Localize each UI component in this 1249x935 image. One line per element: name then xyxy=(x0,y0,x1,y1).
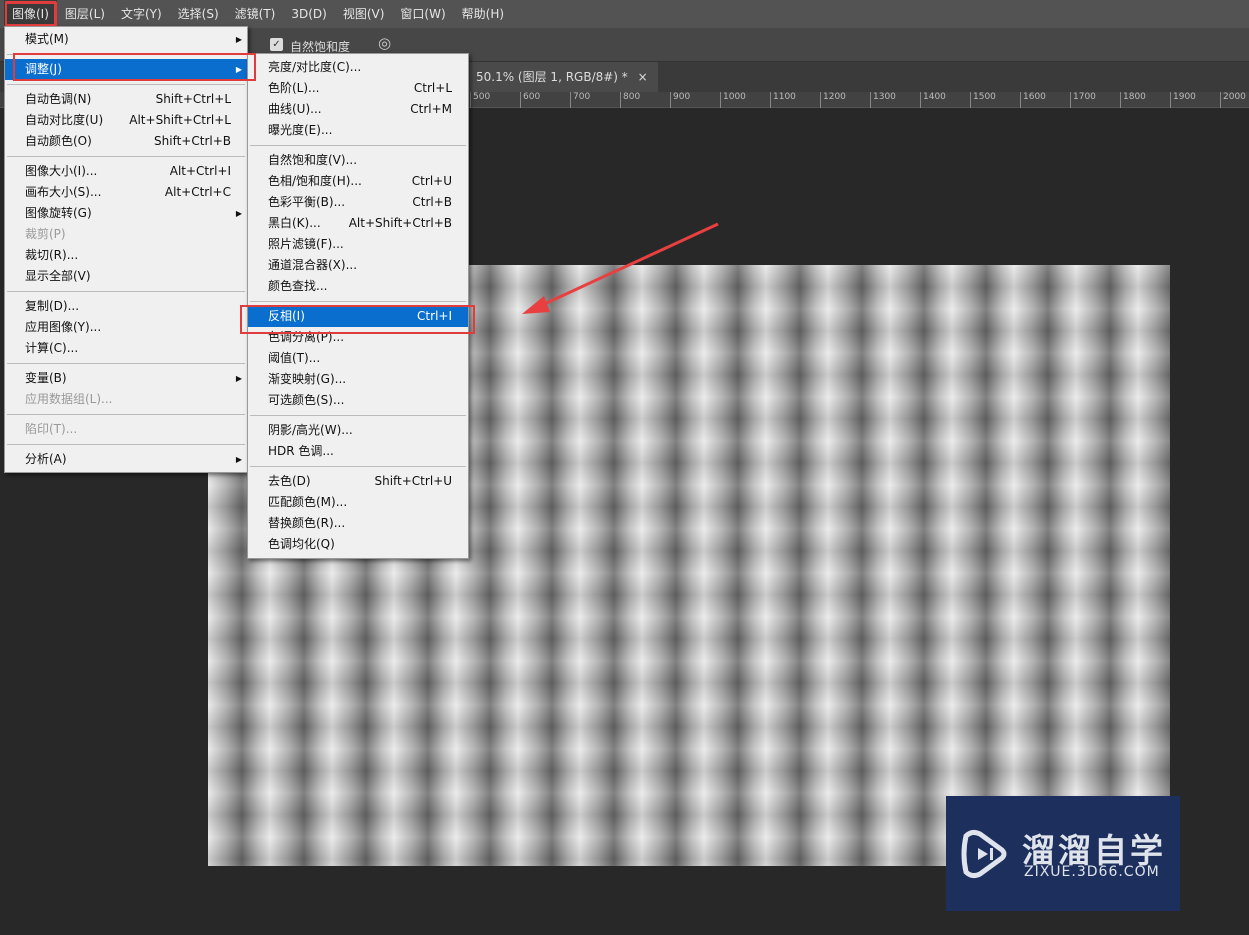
watermark-url: ZIXUE.3D66.COM xyxy=(1024,864,1160,880)
arrow-annotation xyxy=(522,222,719,314)
watermark-logo: 溜溜自学 ZIXUE.3D66.COM xyxy=(946,796,1180,911)
play-logo-icon xyxy=(961,829,1007,879)
